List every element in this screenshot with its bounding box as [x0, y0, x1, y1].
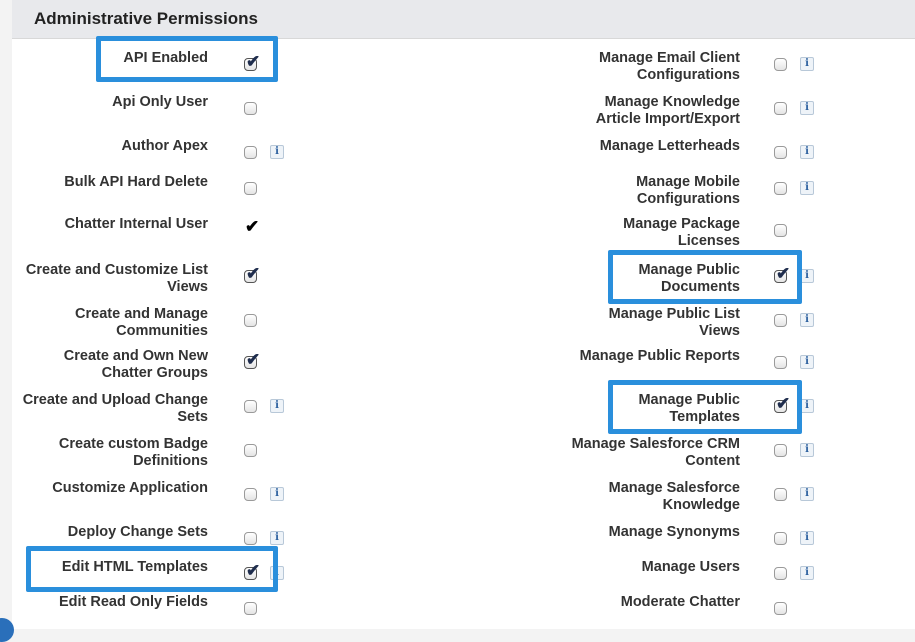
permission-checkbox[interactable]: ✔ — [244, 218, 259, 237]
permission-label: Manage Public List Views — [608, 306, 740, 339]
permission-label: Api Only User — [112, 94, 208, 110]
section-title: Administrative Permissions — [34, 9, 258, 28]
permission-label: Manage Mobile Configurations — [636, 174, 740, 207]
permission-label: Manage Users — [641, 559, 740, 575]
highlight-api-enabled — [96, 36, 278, 82]
permissions-panel: Administrative Permissions API Enabled ✔ A… — [12, 0, 915, 629]
permission-checkbox[interactable] — [244, 182, 257, 195]
info-icon[interactable]: i — [800, 355, 814, 369]
permission-label: Manage Email Client Configurations — [598, 50, 740, 83]
permission-label: Manage Package Licenses — [623, 216, 740, 249]
permission-label: Author Apex — [121, 138, 208, 154]
info-icon[interactable]: i — [800, 566, 814, 580]
info-icon[interactable]: i — [270, 487, 284, 501]
permission-checkbox[interactable] — [774, 58, 787, 71]
permission-checkbox[interactable] — [774, 224, 787, 237]
permission-checkbox[interactable] — [774, 356, 787, 369]
permission-checkbox[interactable] — [774, 602, 787, 615]
permission-label: Manage Public Reports — [579, 348, 740, 364]
permission-label: Moderate Chatter — [620, 594, 740, 610]
permission-checkbox[interactable] — [774, 444, 787, 457]
permission-checkbox[interactable] — [774, 102, 787, 115]
checkmark-icon: ✔ — [246, 350, 261, 369]
permission-label: Manage Salesforce Knowledge — [608, 480, 740, 513]
permission-label: Deploy Change Sets — [67, 524, 208, 540]
permission-checkbox[interactable] — [244, 314, 257, 327]
permission-label: Create and Upload Change Sets — [22, 392, 208, 425]
permission-label: Customize Application — [52, 480, 208, 496]
info-icon[interactable]: i — [800, 181, 814, 195]
info-icon[interactable]: i — [800, 57, 814, 71]
permission-checkbox[interactable]: ✔ — [244, 351, 260, 369]
permission-checkbox[interactable] — [774, 146, 787, 159]
info-icon[interactable]: i — [270, 531, 284, 545]
permission-checkbox[interactable] — [774, 567, 787, 580]
permission-checkbox[interactable] — [774, 488, 787, 501]
permission-checkbox[interactable] — [244, 102, 257, 115]
permission-label: Manage Knowledge Article Import/Export — [595, 94, 740, 127]
permission-label: Bulk API Hard Delete — [64, 174, 208, 190]
permission-checkbox[interactable] — [244, 602, 257, 615]
permission-checkbox[interactable] — [244, 444, 257, 457]
permission-label: Manage Synonyms — [608, 524, 740, 540]
info-icon[interactable]: i — [800, 269, 814, 283]
permission-label: Create and Manage Communities — [75, 306, 208, 339]
checkmark-icon: ✔ — [246, 264, 261, 283]
permission-label: Create custom Badge Definitions — [58, 436, 208, 469]
section-header: Administrative Permissions — [12, 0, 915, 39]
info-icon[interactable]: i — [800, 313, 814, 327]
permission-checkbox[interactable] — [774, 182, 787, 195]
permission-checkbox[interactable] — [774, 532, 787, 545]
permission-label: Manage Salesforce CRM Content — [571, 436, 740, 469]
permission-checkbox[interactable] — [244, 532, 257, 545]
highlight-manage-public-templates — [608, 380, 802, 434]
permission-label: Manage Letterheads — [599, 138, 740, 154]
permission-checkbox[interactable] — [774, 314, 787, 327]
highlight-manage-public-documents — [608, 250, 802, 304]
info-icon[interactable]: i — [800, 443, 814, 457]
checkmark-icon: ✔ — [245, 217, 260, 236]
info-icon[interactable]: i — [270, 399, 284, 413]
permission-checkbox[interactable]: ✔ — [244, 265, 260, 283]
highlight-edit-html-templates — [26, 546, 278, 592]
info-icon[interactable]: i — [800, 487, 814, 501]
permission-label: Create and Customize List Views — [25, 262, 208, 295]
permission-label: Chatter Internal User — [64, 216, 208, 232]
permission-checkbox[interactable] — [244, 400, 257, 413]
permission-label: Edit Read Only Fields — [58, 594, 208, 610]
info-icon[interactable]: i — [800, 531, 814, 545]
info-icon[interactable]: i — [800, 101, 814, 115]
info-icon[interactable]: i — [270, 145, 284, 159]
info-icon[interactable]: i — [800, 399, 814, 413]
permission-checkbox[interactable] — [244, 146, 257, 159]
permission-checkbox[interactable] — [244, 488, 257, 501]
info-icon[interactable]: i — [800, 145, 814, 159]
permission-label: Create and Own New Chatter Groups — [63, 348, 208, 381]
